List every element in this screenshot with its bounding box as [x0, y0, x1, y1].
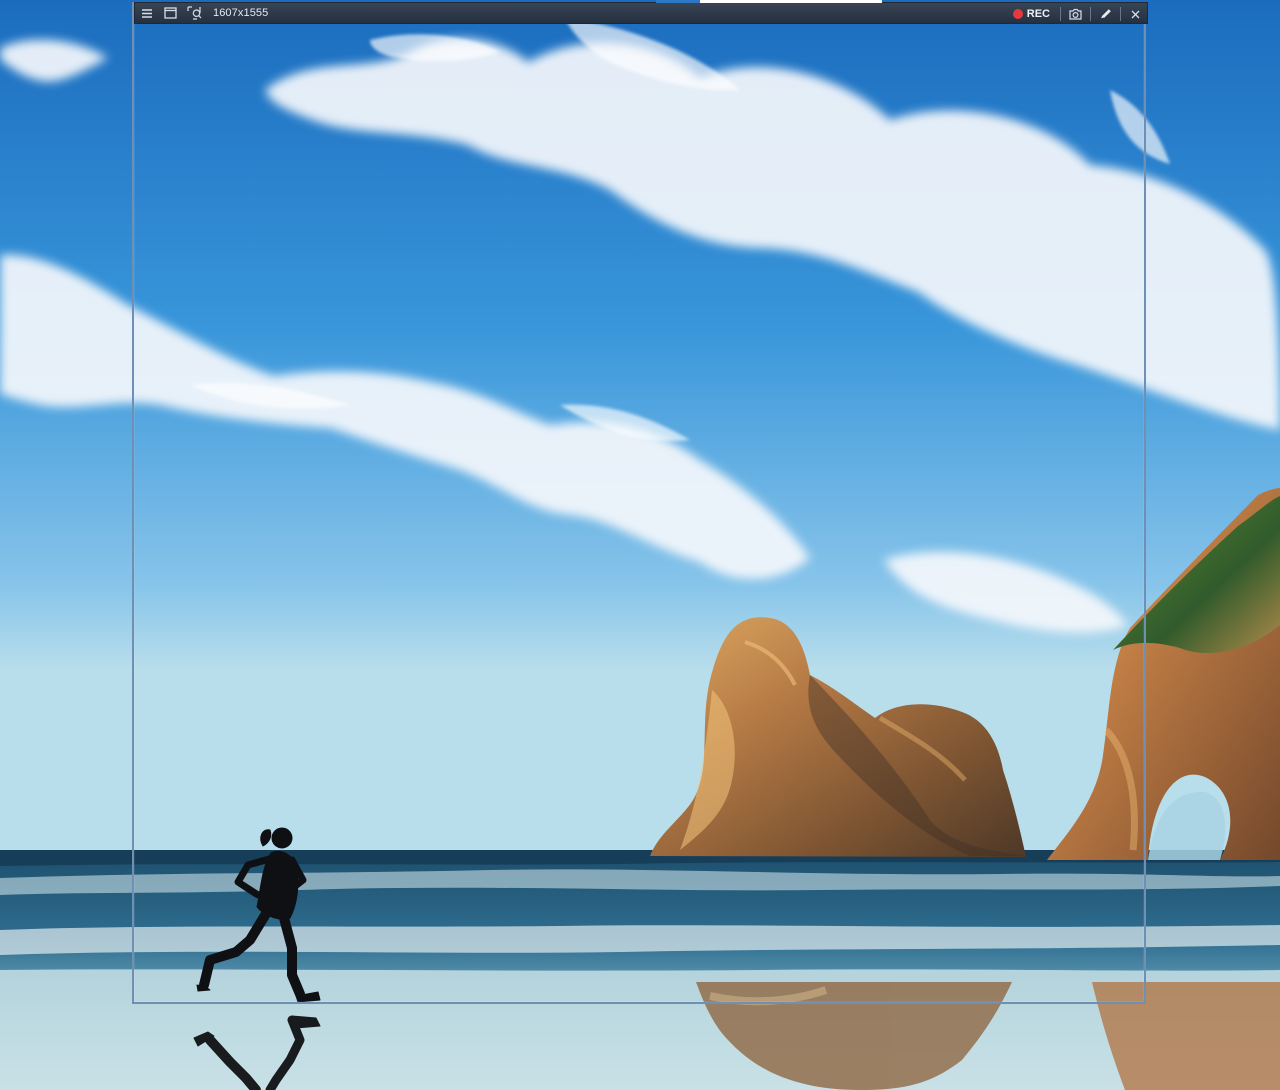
toolbar-separator	[1120, 7, 1121, 21]
pen-icon[interactable]	[1098, 7, 1113, 22]
window-icon[interactable]	[163, 6, 178, 21]
region-capture-icon[interactable]	[187, 6, 202, 21]
close-icon[interactable]	[1128, 7, 1143, 22]
screen-recorder-frame[interactable]: 1607x1555 REC	[132, 2, 1148, 1004]
desktop-background: 1607x1555 REC	[0, 0, 1280, 1090]
toolbar-separator	[1060, 7, 1061, 21]
record-label: REC	[1026, 8, 1050, 20]
menu-icon[interactable]	[139, 6, 154, 21]
capture-dimensions: 1607x1555	[213, 7, 269, 19]
camera-icon[interactable]	[1068, 7, 1083, 22]
toolbar-separator	[1090, 7, 1091, 21]
record-button[interactable]: REC	[1012, 8, 1053, 20]
recorder-right-tools: REC	[1012, 3, 1143, 25]
top-edge-indicator	[656, 0, 882, 3]
recorder-left-tools: 1607x1555	[139, 3, 268, 23]
recorder-toolbar[interactable]: 1607x1555 REC	[134, 2, 1148, 24]
record-dot-icon	[1012, 9, 1023, 19]
